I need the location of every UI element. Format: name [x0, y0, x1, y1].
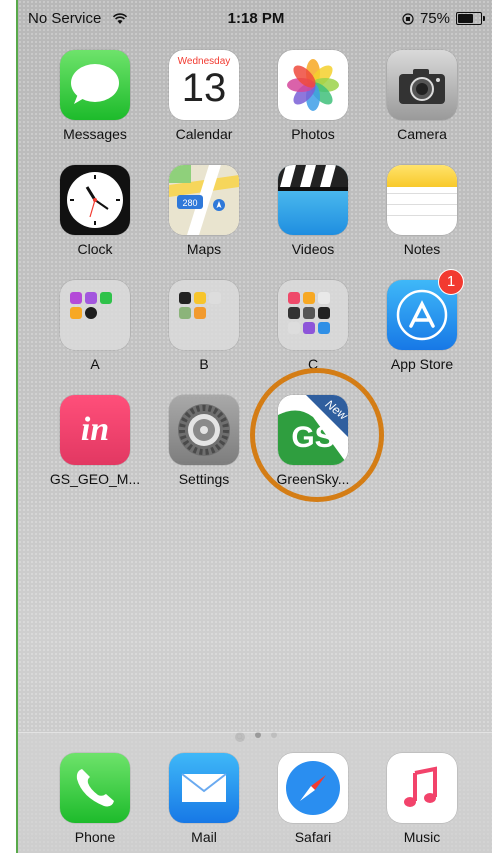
app-label: Calendar [175, 126, 233, 142]
status-bar: No Service 1:18 PM 75% [18, 0, 492, 36]
battery-icon [456, 12, 485, 25]
home-screen: No Service 1:18 PM 75% Messages Wednesda… [16, 0, 492, 853]
calendar-icon: Wednesday 13 [169, 50, 239, 120]
invision-icon: in [60, 395, 130, 465]
messages-icon [60, 50, 130, 120]
folder-c[interactable]: C [258, 280, 368, 390]
app-label: Maps [186, 241, 222, 257]
app-label: Photos [291, 126, 335, 142]
app-label: Phone [74, 829, 116, 845]
notification-badge: 1 [439, 270, 463, 294]
maps-route-number: 280 [182, 198, 197, 208]
notes-icon [387, 165, 457, 235]
safari-icon [278, 753, 348, 823]
invision-logo: in [80, 411, 110, 448]
dock-phone[interactable]: Phone [40, 753, 150, 853]
app-notes[interactable]: Notes [367, 165, 477, 275]
greensky-icon: GS New [278, 395, 348, 465]
folder-icon [60, 280, 130, 350]
app-photos[interactable]: Photos [258, 50, 368, 160]
greensky-logo: GS [291, 421, 334, 454]
app-label: Clock [77, 241, 113, 257]
app-app-store[interactable]: 1 App Store [367, 270, 477, 390]
battery-percent: 75% [419, 10, 450, 27]
folder-a[interactable]: A [40, 280, 150, 390]
music-icon [387, 753, 457, 823]
app-label: Mail [191, 829, 217, 845]
app-label: Music [403, 829, 441, 845]
phone-icon [60, 753, 130, 823]
calendar-date: 13 [181, 66, 227, 110]
videos-icon [278, 165, 348, 235]
app-label: GS_GEO_M... [49, 471, 141, 487]
maps-icon: 280 [169, 165, 239, 235]
app-label: C [307, 356, 319, 372]
photos-icon [278, 50, 348, 120]
clock-icon [60, 165, 130, 235]
app-clock[interactable]: Clock [40, 165, 150, 275]
app-camera[interactable]: Camera [367, 50, 477, 160]
app-gs-geo[interactable]: in GS_GEO_M... [40, 395, 150, 505]
app-settings[interactable]: Settings [149, 395, 259, 505]
app-greensky[interactable]: GS New GreenSky... [258, 395, 368, 505]
app-label: B [199, 356, 209, 372]
app-label: Messages [63, 126, 127, 142]
app-label: App Store [390, 356, 454, 372]
app-label: Safari [294, 829, 332, 845]
app-label: Videos [291, 241, 335, 257]
camera-icon [387, 50, 457, 120]
app-label: A [90, 356, 100, 372]
orientation-lock-icon [402, 12, 414, 25]
app-videos[interactable]: Videos [258, 165, 368, 275]
app-messages[interactable]: Messages [40, 50, 150, 160]
dock-mail[interactable]: Mail [149, 753, 259, 853]
settings-icon [169, 395, 239, 465]
dock-safari[interactable]: Safari [258, 753, 368, 853]
status-right: 75% [402, 10, 485, 27]
app-calendar[interactable]: Wednesday 13 Calendar [149, 50, 259, 160]
dock-music[interactable]: Music [367, 753, 477, 853]
app-label: Notes [403, 241, 441, 257]
app-label: GreenSky... [276, 471, 350, 487]
folder-icon [169, 280, 239, 350]
folder-b[interactable]: B [149, 280, 259, 390]
dock: Phone Mail Safari Music [18, 732, 492, 853]
mail-icon [169, 753, 239, 823]
app-maps[interactable]: 280 Maps [149, 165, 259, 275]
app-label: Settings [178, 471, 230, 487]
folder-icon [278, 280, 348, 350]
app-label: Camera [397, 126, 447, 142]
